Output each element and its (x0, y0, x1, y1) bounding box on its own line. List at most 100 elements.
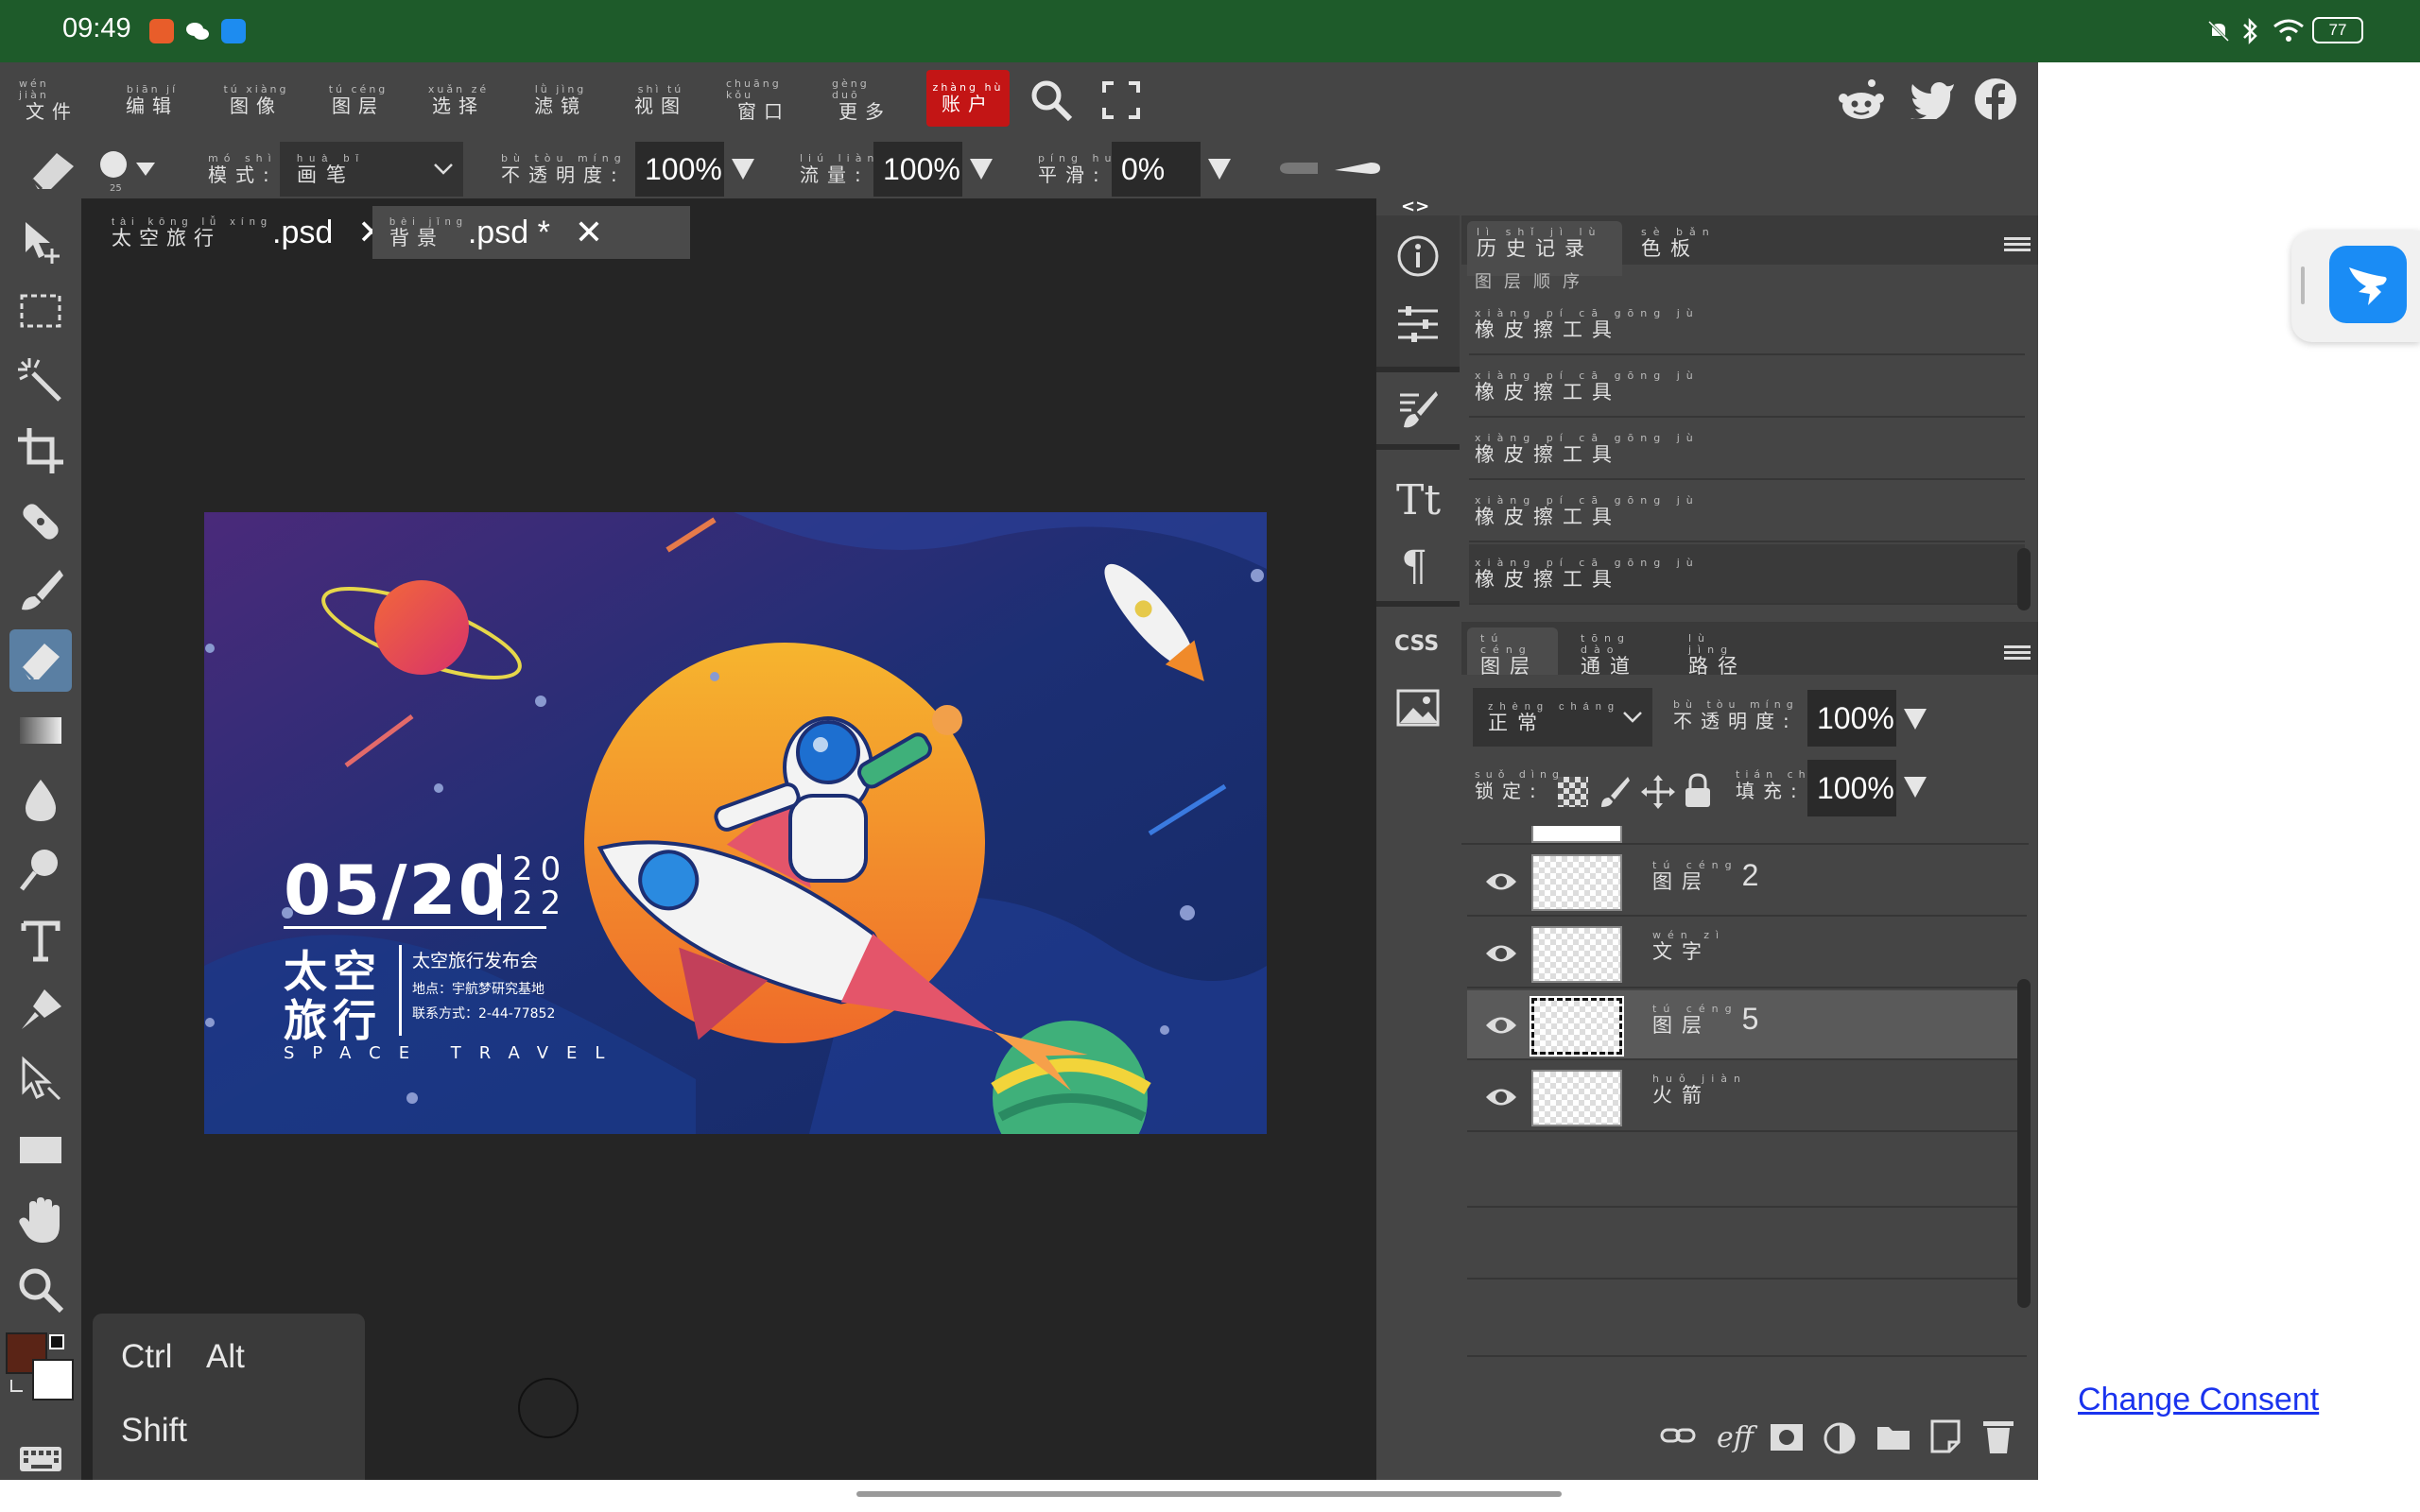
background-color-swatch[interactable] (32, 1359, 74, 1400)
crop-tool[interactable] (9, 420, 72, 482)
layer-opacity-field[interactable]: 100% (1807, 690, 1896, 747)
info-panel-button[interactable] (1376, 225, 1460, 287)
opacity-field[interactable]: 100% (635, 142, 724, 197)
menu-more[interactable]: gèng duō 更多 (832, 62, 898, 138)
visibility-eye-icon[interactable] (1484, 1083, 1518, 1111)
layer-row[interactable]: tú céng 图层 2 (1467, 847, 2027, 917)
text-tool[interactable] (9, 909, 72, 971)
shape-tool[interactable] (9, 1119, 72, 1181)
canvas-artwork[interactable]: 05/20 20 22 太空 旅行 太空旅行发布会 地点：宇航梦研究基地 联系方… (204, 512, 1267, 1134)
alt-key[interactable]: Alt (206, 1338, 245, 1376)
change-consent-link[interactable]: Change Consent (2078, 1382, 2319, 1418)
eraser-tool-preset-icon[interactable] (25, 147, 81, 195)
adjustments-panel-button[interactable] (1376, 293, 1460, 355)
menu-file[interactable]: wén jiàn 文件 (19, 62, 85, 138)
smoothing-field[interactable]: 0% (1112, 142, 1201, 197)
flow-dropdown-arrow[interactable] (970, 159, 993, 180)
floating-assistant-button[interactable] (2291, 231, 2420, 342)
menu-select[interactable]: xuǎn zé 选择 (425, 62, 492, 138)
menu-window[interactable]: chuāng kǒu 窗口 (726, 62, 802, 138)
pressure-opacity-icon[interactable] (1276, 155, 1322, 185)
brush-tool[interactable] (9, 559, 72, 622)
history-item-current[interactable]: xiàng pí cā gōng jù 橡皮擦工具 (1469, 544, 2025, 605)
lock-transparency-icon[interactable] (1558, 777, 1588, 807)
layer-mask-icon[interactable] (1770, 1423, 1804, 1455)
menu-view[interactable]: shì tú 视图 (628, 62, 694, 138)
opacity-dropdown-arrow[interactable] (732, 159, 754, 180)
blend-mode-select[interactable]: zhèng cháng 正常 (1473, 688, 1652, 747)
layer-effects-button[interactable]: eff (1717, 1421, 1754, 1454)
reddit-icon[interactable] (1838, 77, 1885, 127)
image-panel-button[interactable] (1376, 677, 1460, 739)
brush-picker-button[interactable]: 25 (98, 147, 159, 194)
menu-account-button[interactable]: zhàng hù 账户 (926, 70, 1010, 127)
history-panel-menu-icon[interactable] (2004, 234, 2031, 253)
history-scrollbar[interactable] (2017, 548, 2031, 610)
tab-paths[interactable]: lù jìng 路径 (1675, 627, 1766, 678)
layer-row-selected[interactable]: tú céng 图层 5 (1467, 990, 2027, 1060)
delete-layer-trash-icon[interactable] (1981, 1418, 2015, 1459)
marquee-tool[interactable] (9, 280, 72, 342)
menu-edit[interactable]: biān jí 编辑 (119, 62, 185, 138)
swap-colors-icon[interactable] (8, 1378, 26, 1397)
history-item[interactable]: xiàng pí cā gōng jù 橡皮擦工具 (1469, 420, 2025, 480)
zoom-tool[interactable] (9, 1259, 72, 1321)
layer-row-partial[interactable] (1461, 826, 2029, 845)
home-indicator[interactable] (856, 1491, 1562, 1497)
move-tool[interactable] (9, 210, 72, 272)
dodge-tool[interactable] (9, 839, 72, 902)
menu-filter[interactable]: lǜ jìng 滤镜 (527, 62, 594, 138)
layers-panel-menu-icon[interactable] (2004, 643, 2031, 662)
layer-row[interactable]: wén zì 文字 (1467, 919, 2027, 988)
paragraph-panel-button[interactable]: ¶ (1376, 533, 1460, 595)
hand-tool[interactable] (9, 1189, 72, 1251)
layers-scrollbar[interactable] (2017, 979, 2031, 1308)
menu-image[interactable]: tú xiàng 图像 (223, 62, 289, 138)
visibility-eye-icon[interactable] (1484, 868, 1518, 896)
lock-pixels-icon[interactable] (1599, 775, 1632, 813)
pressure-size-icon[interactable] (1333, 155, 1382, 185)
tab-swatches[interactable]: sè bǎn 色板 (1632, 221, 1726, 265)
tab-channels[interactable]: tōng dào 通道 (1567, 627, 1658, 678)
pen-tool[interactable] (9, 979, 72, 1041)
history-item-partial[interactable]: 图层顺序 (1475, 268, 1592, 289)
twitter-icon[interactable] (1910, 79, 1955, 123)
adjustment-layer-icon[interactable] (1823, 1421, 1857, 1459)
layer-opacity-dropdown-arrow[interactable] (1904, 709, 1927, 730)
new-group-folder-icon[interactable] (1876, 1423, 1911, 1455)
mode-select[interactable]: huà bǐ 画笔 (280, 142, 463, 197)
layer-row[interactable]: huǒ jiàn 火箭 (1467, 1062, 2027, 1132)
ctrl-key[interactable]: Ctrl (121, 1338, 172, 1376)
healing-brush-tool[interactable] (9, 490, 72, 552)
lock-position-icon[interactable] (1641, 775, 1675, 813)
new-layer-icon[interactable] (1928, 1419, 1962, 1457)
visibility-eye-icon[interactable] (1484, 939, 1518, 968)
gradient-tool[interactable] (9, 699, 72, 762)
history-item[interactable]: xiàng pí cā gōng jù 橡皮擦工具 (1469, 295, 2025, 355)
menu-layer[interactable]: tú céng 图层 (325, 62, 391, 138)
shift-key[interactable]: Shift (121, 1412, 187, 1450)
facebook-icon[interactable] (1974, 77, 2017, 125)
brush-panel-button[interactable] (1376, 378, 1460, 440)
css-panel-button[interactable]: CSS (1376, 610, 1460, 673)
tab-background[interactable]: bèi jǐng 背景 .psd * ✕ (372, 206, 690, 259)
eraser-tool[interactable] (9, 629, 72, 692)
character-panel-button[interactable]: Tt (1376, 465, 1460, 527)
lock-all-icon[interactable] (1683, 773, 1713, 813)
smoothing-dropdown-arrow[interactable] (1208, 159, 1231, 180)
blur-tool[interactable] (9, 769, 72, 832)
history-item[interactable]: xiàng pí cā gōng jù 橡皮擦工具 (1469, 482, 2025, 542)
history-item[interactable]: xiàng pí cā gōng jù 橡皮擦工具 (1469, 357, 2025, 418)
link-layers-icon[interactable] (1660, 1423, 1696, 1452)
tab-layers[interactable]: tú céng 图层 (1467, 627, 1558, 678)
layer-fill-dropdown-arrow[interactable] (1904, 777, 1927, 798)
default-colors-icon[interactable] (49, 1334, 64, 1349)
close-tab-icon[interactable]: ✕ (575, 213, 603, 252)
expand-panels-arrow[interactable]: <> (1401, 197, 1429, 216)
fullscreen-icon[interactable] (1102, 81, 1140, 123)
path-select-tool[interactable] (9, 1049, 72, 1111)
visibility-eye-icon[interactable] (1484, 1011, 1518, 1040)
layer-fill-field[interactable]: 100% (1807, 760, 1896, 816)
flow-field[interactable]: 100% (873, 142, 962, 197)
magic-wand-tool[interactable] (9, 350, 72, 412)
